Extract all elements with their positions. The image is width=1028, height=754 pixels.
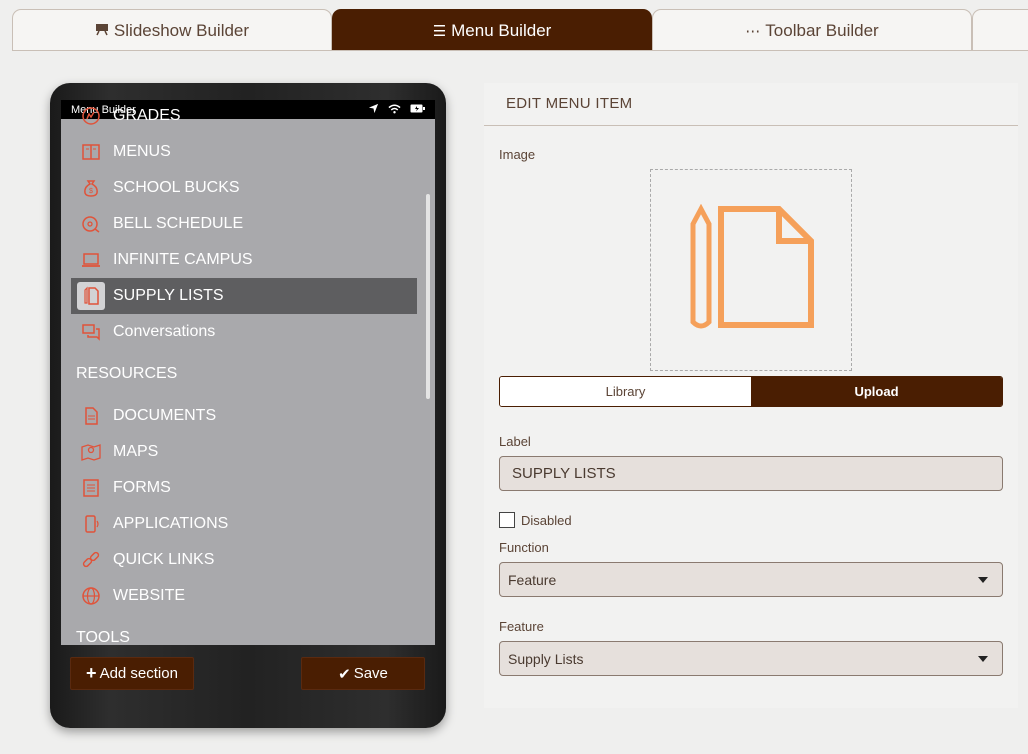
- svg-text:$: $: [89, 188, 93, 195]
- feature-label: Feature: [499, 619, 544, 634]
- money-bag-icon: $: [77, 174, 105, 202]
- menu-item-grades[interactable]: GRADES: [71, 100, 417, 134]
- edit-menu-item-panel: EDIT MENU ITEM Image Library Upload Labe…: [484, 83, 1018, 708]
- section-header-resources: RESOURCES: [76, 365, 178, 382]
- phone-screen: Menu Builder GRADES MENUS $ SCHOOL BUCKS…: [61, 100, 435, 645]
- add-section-label: Add section: [99, 665, 178, 682]
- plus-icon: +: [86, 663, 97, 683]
- menu-item-label: BELL SCHEDULE: [113, 215, 244, 232]
- link-icon: [77, 546, 105, 574]
- menu-item-label: SCHOOL BUCKS: [113, 179, 240, 196]
- function-select[interactable]: Feature: [499, 562, 1003, 597]
- disabled-label: Disabled: [521, 513, 572, 528]
- tab-slideshow-builder[interactable]: Slideshow Builder: [12, 9, 332, 51]
- laptop-icon: [77, 246, 105, 274]
- tab-toolbar-builder[interactable]: ⋯ Toolbar Builder: [652, 9, 972, 51]
- phone-app-icon: [77, 510, 105, 538]
- menu-item-conversations[interactable]: Conversations: [71, 314, 417, 350]
- tab-label: Slideshow Builder: [113, 20, 250, 40]
- ellipsis-icon: ⋯: [745, 22, 761, 40]
- menu-item-label: APPLICATIONS: [113, 515, 229, 532]
- tab-menu-builder[interactable]: ☰ Menu Builder: [332, 9, 652, 51]
- library-tab[interactable]: Library: [500, 377, 751, 406]
- function-value: Feature: [508, 571, 557, 588]
- document-icon: [77, 402, 105, 430]
- chevron-down-icon: [978, 656, 988, 662]
- check-icon: ✔: [338, 665, 351, 683]
- menu-item-label: QUICK LINKS: [113, 551, 215, 568]
- globe-icon: [77, 582, 105, 610]
- menu-item-maps[interactable]: MAPS: [71, 434, 417, 470]
- image-source-toggle: Library Upload: [499, 376, 1003, 407]
- menu-item-website[interactable]: WEBSITE: [71, 578, 417, 614]
- map-icon: [77, 438, 105, 466]
- hamburger-icon: ☰: [432, 22, 447, 40]
- phone-preview: Menu Builder GRADES MENUS $ SCHOOL BUCKS…: [50, 83, 446, 728]
- image-preview[interactable]: [650, 169, 852, 371]
- chat-icon: [77, 318, 105, 346]
- builder-tabs: Slideshow Builder ☰ Menu Builder ⋯ Toolb…: [12, 9, 1028, 51]
- tabs-divider: [12, 50, 1028, 51]
- supply-list-icon: [77, 282, 105, 310]
- scrollbar[interactable]: [426, 194, 430, 399]
- menu-item-label: SUPPLY LISTS: [113, 287, 224, 304]
- panel-title: EDIT MENU ITEM: [506, 95, 633, 112]
- menu-item-applications[interactable]: APPLICATIONS: [71, 506, 417, 542]
- section-header-tools: TOOLS: [76, 629, 130, 645]
- upload-tab[interactable]: Upload: [751, 377, 1002, 406]
- form-icon: [77, 474, 105, 502]
- chevron-down-icon: [978, 577, 988, 583]
- feature-value: Supply Lists: [508, 650, 584, 667]
- image-label: Image: [499, 147, 536, 162]
- menu-item-infinite-campus[interactable]: INFINITE CAMPUS: [71, 242, 417, 278]
- save-label: Save: [353, 665, 388, 682]
- menu-item-bell-schedule[interactable]: BELL SCHEDULE: [71, 206, 417, 242]
- function-label: Function: [499, 540, 549, 555]
- easel-icon: [95, 22, 109, 40]
- label-input[interactable]: SUPPLY LISTS: [499, 456, 1003, 491]
- menu-item-menus[interactable]: MENUS: [71, 134, 417, 170]
- menus-icon: [77, 138, 105, 166]
- tab-label: Toolbar Builder: [765, 20, 879, 40]
- menu-item-supply-lists[interactable]: SUPPLY LISTS: [71, 278, 417, 314]
- menu-item-label: GRADES: [113, 107, 181, 124]
- menu-item-documents[interactable]: DOCUMENTS: [71, 398, 417, 434]
- menu-item-school-bucks[interactable]: $ SCHOOL BUCKS: [71, 170, 417, 206]
- panel-divider: [484, 125, 1018, 126]
- menu-item-label: WEBSITE: [113, 587, 186, 604]
- add-section-button[interactable]: + Add section: [70, 657, 194, 690]
- feature-select[interactable]: Supply Lists: [499, 641, 1003, 676]
- menu-item-label: INFINITE CAMPUS: [113, 251, 253, 268]
- phone-footer: + Add section ✔ Save: [61, 645, 435, 728]
- grades-icon: [77, 102, 105, 130]
- bell-icon: [77, 210, 105, 238]
- menu-item-label: DOCUMENTS: [113, 407, 217, 424]
- menu-item-forms[interactable]: FORMS: [71, 470, 417, 506]
- disabled-checkbox[interactable]: [499, 512, 515, 528]
- save-button[interactable]: ✔ Save: [301, 657, 425, 690]
- menu-item-label: MAPS: [113, 443, 159, 460]
- menu-item-quick-links[interactable]: QUICK LINKS: [71, 542, 417, 578]
- menu-item-label: FORMS: [113, 479, 171, 496]
- tab-label: Menu Builder: [451, 20, 552, 40]
- menu-item-label: MENUS: [113, 143, 171, 160]
- supply-list-icon: [687, 203, 815, 337]
- menu-item-label: Conversations: [113, 323, 216, 340]
- label-field-label: Label: [499, 434, 531, 449]
- tab-more[interactable]: [972, 9, 1028, 51]
